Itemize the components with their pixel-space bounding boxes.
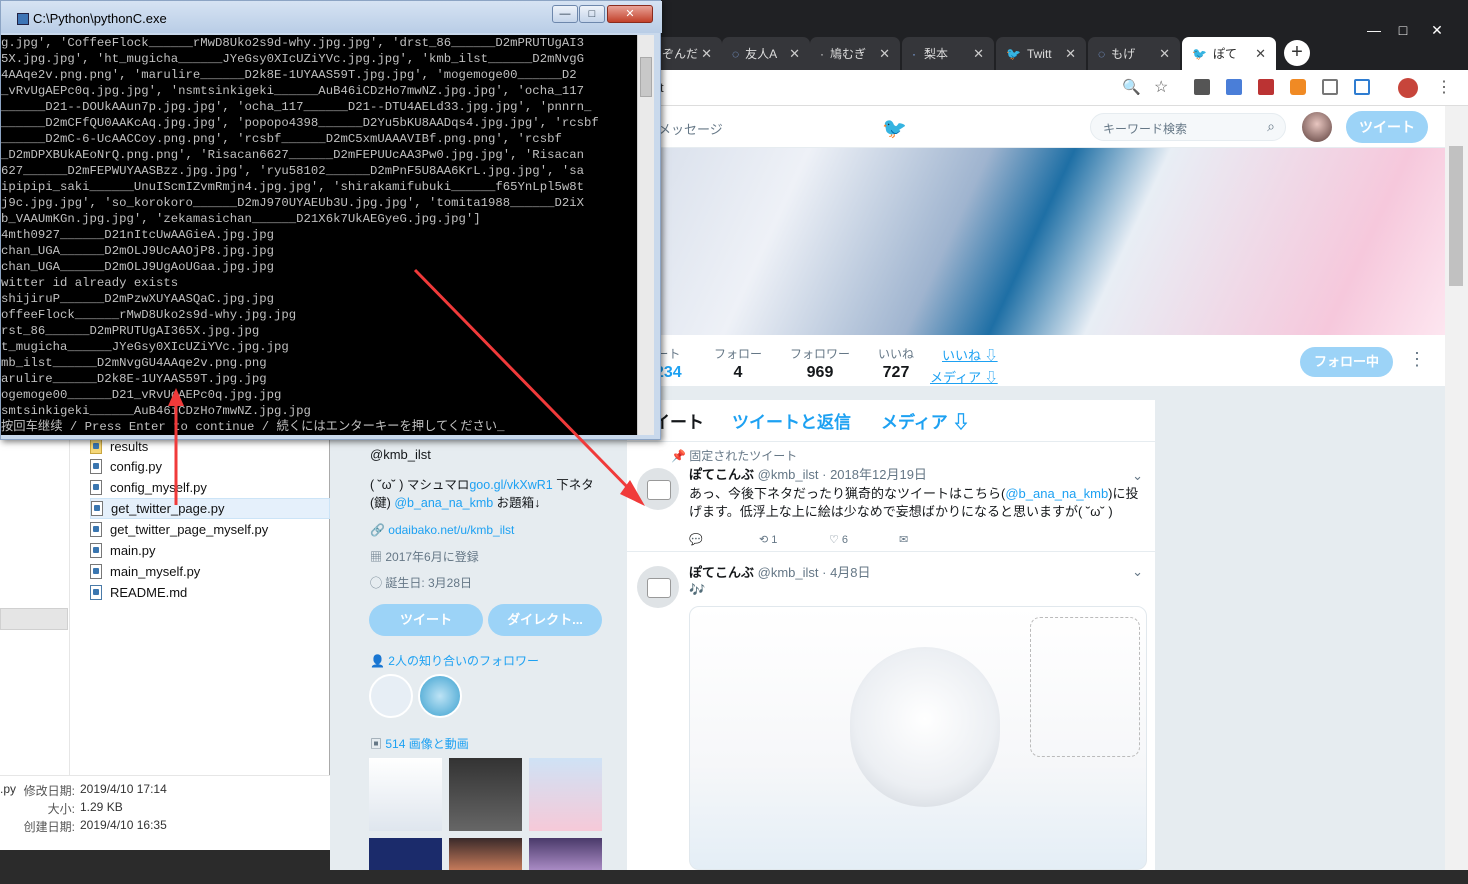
arrow-diagonal <box>413 268 639 499</box>
annotation-arrows <box>168 268 645 506</box>
arrow-head <box>168 388 184 406</box>
